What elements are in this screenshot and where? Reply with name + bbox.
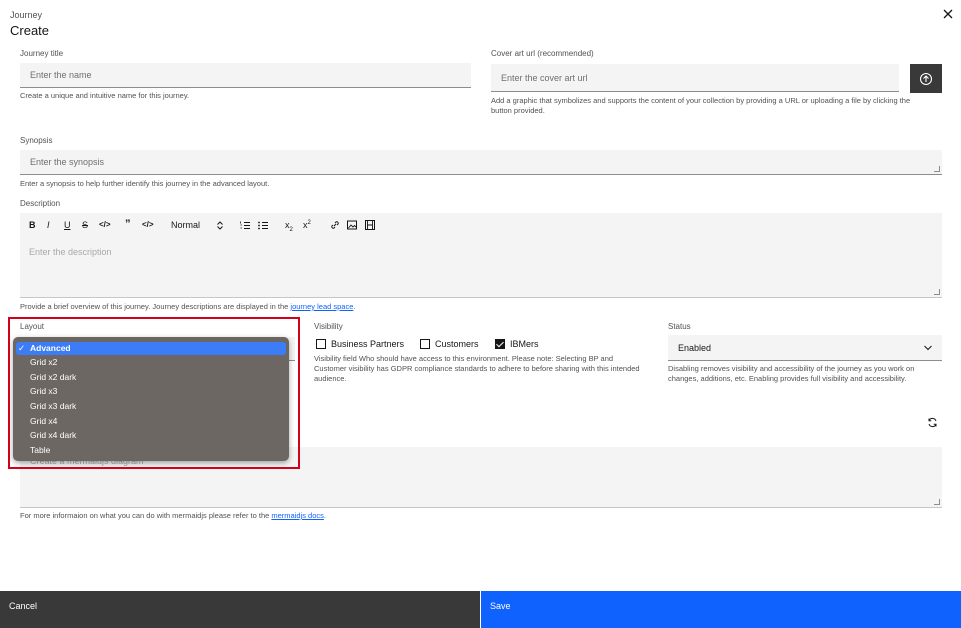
description-label: Description (20, 199, 61, 208)
resize-handle[interactable] (934, 166, 940, 172)
bullet-list-icon[interactable] (258, 221, 268, 230)
create-journey-modal: Journey Create Journey title Enter the n… (0, 0, 961, 628)
cover-art-label: Cover art url (recommended) (491, 49, 594, 58)
ordered-list-icon[interactable] (240, 221, 250, 230)
subscript-mark: 2 (289, 226, 293, 233)
synopsis-label: Synopsis (20, 136, 53, 145)
business-partners-label: Business Partners (331, 339, 405, 349)
resize-handle[interactable] (934, 289, 940, 295)
italic-icon[interactable]: I (47, 220, 50, 230)
journey-lead-space-link[interactable]: journey lead space (290, 302, 353, 311)
code-block-icon[interactable]: </> (142, 220, 154, 229)
description-helper-text: Provide a brief overview of this journey… (20, 302, 291, 311)
status-label: Status (668, 322, 691, 331)
superscript-mark: 2 (307, 220, 311, 226)
mermaidjs-docs-link[interactable]: mermaidjs docs (271, 511, 324, 520)
mermaid-helper-text: For more informaion on what you can do w… (20, 511, 272, 520)
description-helper-suffix: . (353, 302, 356, 311)
status-helper: Disabling removes visibility and accessi… (668, 364, 915, 383)
strikethrough-icon[interactable]: S (82, 220, 88, 230)
highlight-box (8, 317, 300, 469)
superscript-icon[interactable]: x2 (303, 220, 311, 230)
journey-title-helper: Create a unique and intuitive name for t… (20, 91, 190, 100)
chevron-down-icon (924, 345, 932, 351)
image-icon[interactable] (347, 220, 357, 230)
cover-art-input[interactable]: Enter the cover art url (491, 64, 899, 92)
refresh-icon[interactable] (927, 417, 938, 428)
modal-title: Create (10, 23, 50, 38)
resize-handle[interactable] (934, 499, 940, 505)
close-icon[interactable] (942, 7, 954, 19)
subscript-icon[interactable]: x2 (285, 220, 293, 233)
journey-title-placeholder: Enter the name (30, 70, 92, 80)
modal-kicker: Journey (10, 10, 43, 20)
description-editor[interactable]: B I U S </> ” </> Normal x2 x2 Enter the… (20, 213, 942, 298)
status-select[interactable]: Enabled (668, 335, 942, 361)
visibility-helper: Visibility field Who should have access … (314, 354, 640, 383)
video-icon[interactable] (365, 220, 375, 230)
link-icon[interactable] (330, 220, 340, 230)
format-select-value: Normal (171, 220, 201, 230)
synopsis-placeholder: Enter the synopsis (30, 157, 105, 167)
ibmers-label: IBMers (510, 339, 539, 349)
customers-label: Customers (435, 339, 479, 349)
chevron-updown-icon (217, 221, 223, 230)
blockquote-icon[interactable]: ” (125, 218, 131, 230)
cover-art-placeholder: Enter the cover art url (501, 72, 588, 83)
cancel-label: Cancel (9, 601, 38, 611)
underline-icon[interactable]: U (64, 220, 71, 230)
journey-title-input[interactable]: Enter the name (20, 63, 471, 88)
synopsis-helper: Enter a synopsis to help further identif… (20, 179, 270, 188)
description-placeholder: Enter the description (29, 247, 112, 257)
code-icon[interactable]: </> (99, 220, 111, 229)
status-value: Enabled (678, 342, 712, 353)
save-button[interactable]: Save (481, 591, 961, 628)
checkbox-customers[interactable] (420, 339, 430, 349)
cover-art-helper: Add a graphic that symbolizes and suppor… (491, 96, 911, 115)
save-label: Save (490, 601, 511, 611)
mermaid-helper-suffix: . (323, 511, 326, 520)
journey-title-label: Journey title (20, 49, 64, 58)
upload-button[interactable] (910, 64, 942, 93)
cancel-button[interactable]: Cancel (0, 591, 480, 628)
checkbox-ibmers[interactable] (495, 339, 505, 349)
description-helper: Provide a brief overview of this journey… (20, 302, 620, 312)
format-select[interactable]: Normal (171, 220, 200, 230)
mermaid-helper: For more informaion on what you can do w… (20, 511, 620, 521)
synopsis-input[interactable]: Enter the synopsis (20, 150, 942, 175)
checkbox-business-partners[interactable] (316, 339, 326, 349)
visibility-label: Visibility (314, 322, 343, 331)
bold-icon[interactable]: B (29, 220, 36, 230)
upload-icon (919, 72, 933, 85)
